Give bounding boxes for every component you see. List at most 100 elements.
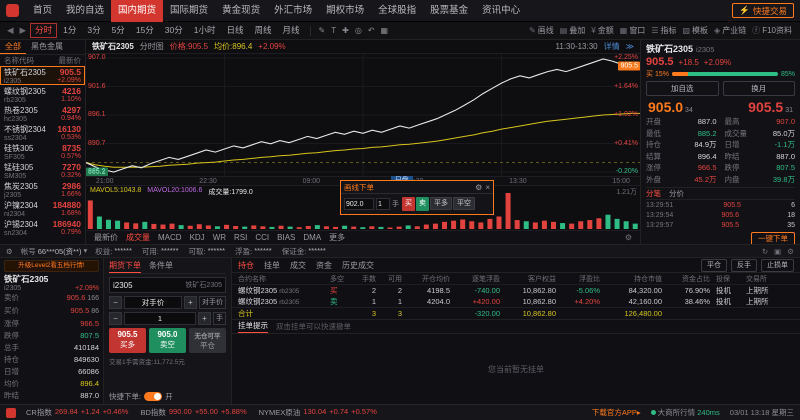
undo-icon[interactable]: ↶ <box>365 26 378 35</box>
chart-detail-link[interactable]: 详情 <box>604 41 620 52</box>
indicator-tab-CCI[interactable]: CCI <box>255 233 269 242</box>
dialog-button-3[interactable]: 平多 <box>430 197 452 210</box>
quote-contract-name[interactable]: 铁矿石2305 <box>646 42 693 55</box>
watchlist-row[interactable]: 硅铁305SF30587350.57% <box>0 142 85 161</box>
order-tab-2[interactable]: 条件单 <box>149 260 173 273</box>
orders-hint-tab[interactable]: 挂单提示 <box>238 320 268 333</box>
menu-item-7[interactable]: 期权市场 <box>319 0 371 22</box>
price-chart-pane[interactable]: 905.5 885.2 907.0901.6896.1890.7885.2+2.… <box>86 54 640 176</box>
tick-tab-1[interactable]: 分笔 <box>646 188 661 199</box>
positions-tab-持仓[interactable]: 持仓 <box>238 260 254 271</box>
price-minus-button[interactable]: − <box>109 296 122 309</box>
period-tab-8[interactable]: 日线 <box>221 23 248 38</box>
text-tool-icon[interactable]: T <box>328 26 339 35</box>
period-tab-5[interactable]: 15分 <box>131 23 159 38</box>
column-header-11[interactable]: 投保 <box>716 274 746 284</box>
dialog-gear-icon[interactable]: ⚙ <box>475 183 482 192</box>
settings-gear-icon[interactable]: ⚙ <box>787 247 794 256</box>
market-ticker[interactable]: NYMEX原油130.04+0.74+0.57% <box>259 407 377 418</box>
menu-item-3[interactable]: 国内期货 <box>111 0 163 22</box>
indicator-tab-KDJ[interactable]: KDJ <box>190 233 205 242</box>
qty-minus-button[interactable]: − <box>109 312 122 325</box>
quick-order-toggle[interactable] <box>144 392 162 401</box>
close-position-button[interactable]: 无仓可平平仓 <box>189 328 226 353</box>
positions-tab-历史成交[interactable]: 历史成交 <box>342 260 374 271</box>
column-header-8[interactable]: 浮盈比 <box>562 274 606 284</box>
column-header-7[interactable]: 客户权益 <box>506 274 562 284</box>
dialog-button-1[interactable]: 买 <box>402 197 415 211</box>
indicator-tab-WR[interactable]: WR <box>213 233 226 242</box>
sell-short-button[interactable]: 905.0卖空 <box>149 328 186 353</box>
more-icon[interactable]: ≫ <box>626 42 634 51</box>
indicator-tab-DMA[interactable]: DMA <box>303 233 321 242</box>
menu-item-4[interactable]: 国际期货 <box>163 0 215 22</box>
menu-item-2[interactable]: 我的自选 <box>59 0 111 22</box>
period-tab-9[interactable]: 周线 <box>250 23 277 38</box>
position-row[interactable]: 螺纹钢2305rb2305卖114204.0+420.0010,862.80+4… <box>232 296 800 307</box>
forward-icon[interactable]: ▶ <box>18 25 29 36</box>
market-ticker[interactable]: BD指数990.00+55.00+5.88% <box>140 407 246 418</box>
indicator-tab-BIAS[interactable]: BIAS <box>277 233 295 242</box>
indicator-gear-icon[interactable]: ⚙ <box>625 233 632 242</box>
tick-tab-2[interactable]: 分价 <box>669 188 684 199</box>
action-button-反手[interactable]: 反手 <box>731 259 757 272</box>
indicator-tab-更多[interactable]: 更多 <box>329 232 345 243</box>
grid-layout-icon[interactable]: ▦ <box>378 26 392 35</box>
column-header-3[interactable]: 手数 <box>356 274 382 284</box>
indicator-tab-MACD[interactable]: MACD <box>158 233 182 242</box>
period-tab-4[interactable]: 5分 <box>107 23 130 38</box>
period-tab-3[interactable]: 3分 <box>82 23 105 38</box>
watchlist-row[interactable]: 焦炭2305j230529861.66% <box>0 180 85 199</box>
app-logo[interactable] <box>6 4 19 17</box>
account-gear-icon[interactable]: ⚙ <box>6 247 13 256</box>
indicator-tab-最新价[interactable]: 最新价 <box>94 232 118 243</box>
switch-month-button[interactable]: 换月 <box>723 81 796 96</box>
period-tab-1[interactable]: 分时 <box>30 23 57 38</box>
column-header-6[interactable]: 逐笔浮盈 <box>456 274 506 284</box>
dialog-price-input[interactable] <box>344 198 374 210</box>
price-mode-select[interactable]: 对手价 <box>124 296 182 309</box>
add-watchlist-button[interactable]: 加自选 <box>646 81 719 96</box>
period-tab-6[interactable]: 30分 <box>160 23 188 38</box>
period-tab-7[interactable]: 1小时 <box>189 23 221 38</box>
dialog-titlebar[interactable]: 画线下单 ⚙ × <box>341 181 493 194</box>
menu-item-10[interactable]: 资讯中心 <box>475 0 527 22</box>
buy-long-button[interactable]: 905.5买多 <box>109 328 146 353</box>
caret-icon[interactable]: ▾ <box>84 246 88 257</box>
watchlist-row[interactable]: 沪镍2304ni23041848801.68% <box>0 199 85 218</box>
circle-tool-icon[interactable]: ◎ <box>352 26 365 35</box>
menu-item-1[interactable]: 首页 <box>26 0 59 22</box>
watchlist-row[interactable]: 不锈钢2304ss2304161300.53% <box>0 123 85 142</box>
refresh-icon[interactable]: ↻ <box>762 247 768 256</box>
toolbar-tool-7[interactable]: ◈产业链 <box>711 25 749 36</box>
back-icon[interactable]: ◀ <box>5 25 16 36</box>
toolbar-tool-3[interactable]: ¥金额 <box>588 25 616 36</box>
menu-item-9[interactable]: 股票基金 <box>423 0 475 22</box>
watchlist-row[interactable]: 热卷2305hc230542970.94% <box>0 104 85 123</box>
quick-trade-button[interactable]: ⚡快捷交易 <box>732 3 794 18</box>
order-tab-1[interactable]: 期货下单 <box>109 260 141 273</box>
sidebar-tab-2[interactable]: 黑色金属 <box>26 40 68 54</box>
contract-field[interactable]: i2305 铁矿石2305 <box>109 277 226 293</box>
column-header-9[interactable]: 持仓市值 <box>606 274 668 284</box>
dialog-button-4[interactable]: 平空 <box>453 197 475 210</box>
action-button-止损单[interactable]: 止损单 <box>761 259 794 272</box>
toolbar-tool-4[interactable]: ▦窗口 <box>617 25 649 36</box>
dialog-close-icon[interactable]: × <box>485 183 490 192</box>
qty-input[interactable]: 1 <box>124 312 196 325</box>
app-download-link[interactable]: 下载官方APP▸ <box>592 407 641 418</box>
menu-item-5[interactable]: 黄金现货 <box>215 0 267 22</box>
col-price-header[interactable]: 最新价 <box>59 55 82 66</box>
dialog-qty-input[interactable] <box>376 198 390 210</box>
action-button-平仓[interactable]: 平仓 <box>701 259 727 272</box>
watchlist-row[interactable]: 锰硅305SM30572700.32% <box>0 161 85 180</box>
qty-plus-button[interactable]: + <box>198 312 211 325</box>
draw-order-dialog[interactable]: 画线下单 ⚙ × 手 买卖平多平空 <box>340 180 494 215</box>
positions-tab-资金[interactable]: 资金 <box>316 260 332 271</box>
dialog-button-2[interactable]: 卖 <box>416 197 429 211</box>
indicator-tab-RSI[interactable]: RSI <box>234 233 247 242</box>
positions-tab-挂单[interactable]: 挂单 <box>264 260 280 271</box>
column-header-10[interactable]: 资金占比 <box>668 274 716 284</box>
positions-tab-成交[interactable]: 成交 <box>290 260 306 271</box>
toolbar-tool-8[interactable]: ⓕF10资料 <box>749 25 795 36</box>
